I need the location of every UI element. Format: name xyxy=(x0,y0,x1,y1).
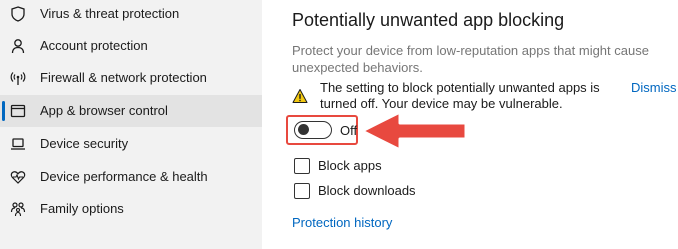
sidebar-item-family-options[interactable]: Family options xyxy=(0,193,262,225)
page-description: Protect your device from low-reputation … xyxy=(292,43,649,75)
block-downloads-label: Block downloads xyxy=(318,183,416,198)
block-apps-label: Block apps xyxy=(318,158,382,173)
block-apps-checkbox[interactable] xyxy=(294,158,310,174)
app-window-icon xyxy=(9,102,27,120)
heart-pulse-icon xyxy=(9,168,27,186)
pua-toggle-switch[interactable] xyxy=(294,121,332,139)
selection-indicator xyxy=(2,101,5,121)
main-content: Potentially unwanted app blocking Protec… xyxy=(262,0,678,249)
protection-history-link[interactable]: Protection history xyxy=(292,215,392,230)
annotation-arrow-icon xyxy=(360,110,468,152)
block-downloads-checkbox[interactable] xyxy=(294,183,310,199)
toggle-knob xyxy=(298,124,309,135)
sidebar-item-label: Account protection xyxy=(40,38,148,53)
warning-icon xyxy=(292,88,308,104)
laptop-icon xyxy=(9,135,27,153)
toggle-state-label: Off xyxy=(340,123,358,138)
sidebar-item-label: Virus & threat protection xyxy=(40,6,180,21)
family-icon xyxy=(9,200,27,218)
sidebar-item-label: Family options xyxy=(40,201,124,216)
sidebar-item-virus-threat-protection[interactable]: Virus & threat protection xyxy=(0,0,262,30)
sidebar-item-label: App & browser control xyxy=(40,103,168,118)
sidebar: Virus & threat protection Account protec… xyxy=(0,0,262,249)
sidebar-item-firewall-network-protection[interactable]: Firewall & network protection xyxy=(0,62,262,94)
sidebar-item-device-performance-health[interactable]: Device performance & health xyxy=(0,161,262,193)
wifi-antenna-icon xyxy=(9,69,27,87)
sidebar-item-account-protection[interactable]: Account protection xyxy=(0,30,262,62)
page-title: Potentially unwanted app blocking xyxy=(292,10,565,30)
shield-icon xyxy=(9,5,27,23)
sidebar-item-label: Device security xyxy=(40,136,129,151)
sidebar-item-device-security[interactable]: Device security xyxy=(0,128,262,160)
person-icon xyxy=(9,37,27,55)
sidebar-item-app-browser-control[interactable]: App & browser control xyxy=(0,95,262,127)
dismiss-link[interactable]: Dismiss xyxy=(631,80,677,95)
sidebar-item-label: Firewall & network protection xyxy=(40,70,207,85)
sidebar-item-label: Device performance & health xyxy=(40,169,208,184)
